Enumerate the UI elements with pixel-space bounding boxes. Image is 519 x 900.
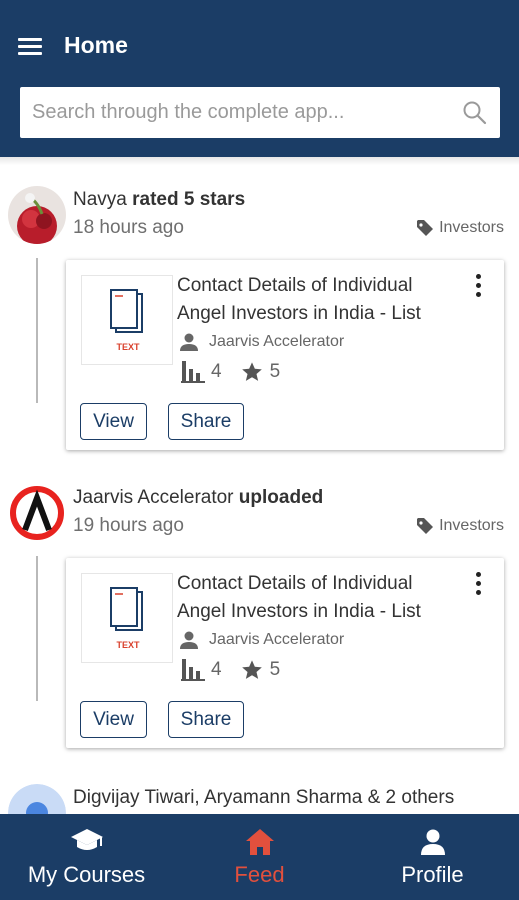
nav-label: Profile [401, 862, 464, 887]
bar-chart-icon [181, 659, 205, 681]
activity-action: uploaded [238, 487, 324, 508]
person-icon [180, 631, 198, 649]
author-name: Jaarvis Accelerator [209, 631, 345, 648]
document-stats: 4 5 [181, 361, 280, 383]
nav-profile[interactable]: Profile [346, 814, 519, 900]
document-title[interactable]: Contact Details of Individual Angel Inve… [177, 570, 457, 626]
avatar[interactable] [8, 186, 66, 244]
actor-name[interactable]: Digvijay Tiwari, Aryamann Sharma & 2 oth… [73, 787, 454, 809]
tag-icon [417, 220, 434, 236]
search-input[interactable] [32, 87, 452, 138]
rating-value: 5 [269, 361, 281, 382]
actor-name[interactable]: Navya [73, 189, 127, 210]
nav-label: My Courses [27, 862, 146, 887]
tag-icon [417, 518, 434, 534]
bottom-navigation: My Courses Feed Profile [0, 814, 519, 900]
document-thumbnail[interactable]: TEXT [81, 275, 173, 365]
document-card[interactable]: TEXT Contact Details of Individual Angel… [66, 558, 504, 748]
author-name: Jaarvis Accelerator [209, 333, 345, 350]
menu-icon[interactable] [18, 38, 42, 56]
view-count: 4 [211, 361, 222, 382]
view-button[interactable]: View [80, 701, 147, 738]
search-bar[interactable] [20, 87, 500, 138]
nav-feed[interactable]: Feed [173, 814, 346, 900]
activity-text: Jaarvis Accelerator uploaded [73, 487, 323, 509]
rating-value: 5 [269, 659, 281, 680]
document-icon [110, 289, 143, 333]
view-count: 4 [211, 659, 222, 680]
activity-action: rated 5 stars [132, 189, 246, 210]
header-shadow [0, 157, 519, 165]
timeline-line [36, 258, 38, 403]
document-card[interactable]: TEXT Contact Details of Individual Angel… [66, 260, 504, 450]
more-options-icon[interactable] [476, 572, 482, 596]
page-title: Home [64, 32, 128, 58]
person-icon [180, 333, 198, 351]
timestamp: 18 hours ago [73, 217, 184, 238]
star-icon [241, 362, 262, 381]
share-button[interactable]: Share [168, 403, 244, 440]
star-icon [241, 660, 262, 679]
document-author: Jaarvis Accelerator [179, 630, 344, 650]
category-tag[interactable]: Investors [415, 516, 504, 536]
file-type-label: TEXT [116, 342, 140, 352]
document-title[interactable]: Contact Details of Individual Angel Inve… [177, 272, 457, 328]
tag-label: Investors [439, 219, 504, 236]
avatar[interactable] [8, 484, 66, 542]
share-button[interactable]: Share [168, 701, 244, 738]
home-icon [245, 829, 274, 855]
document-author: Jaarvis Accelerator [179, 332, 344, 352]
more-options-icon[interactable] [476, 274, 482, 298]
document-icon [110, 587, 143, 631]
file-type-label: TEXT [116, 640, 140, 650]
category-tag[interactable]: Investors [415, 218, 504, 238]
bar-chart-icon [181, 361, 205, 383]
document-thumbnail[interactable]: TEXT [81, 573, 173, 663]
activity-text: Navya rated 5 stars [73, 189, 245, 211]
person-icon [420, 829, 445, 855]
app-header: Home [0, 0, 519, 157]
graduation-cap-icon [70, 829, 103, 850]
nav-label: Feed [234, 862, 285, 887]
nav-my-courses[interactable]: My Courses [0, 814, 173, 900]
timestamp: 19 hours ago [73, 515, 184, 536]
tag-label: Investors [439, 517, 504, 534]
timeline-line [36, 556, 38, 701]
search-icon[interactable] [462, 100, 488, 126]
actor-name[interactable]: Jaarvis Accelerator [73, 487, 234, 508]
view-button[interactable]: View [80, 403, 147, 440]
document-stats: 4 5 [181, 659, 280, 681]
